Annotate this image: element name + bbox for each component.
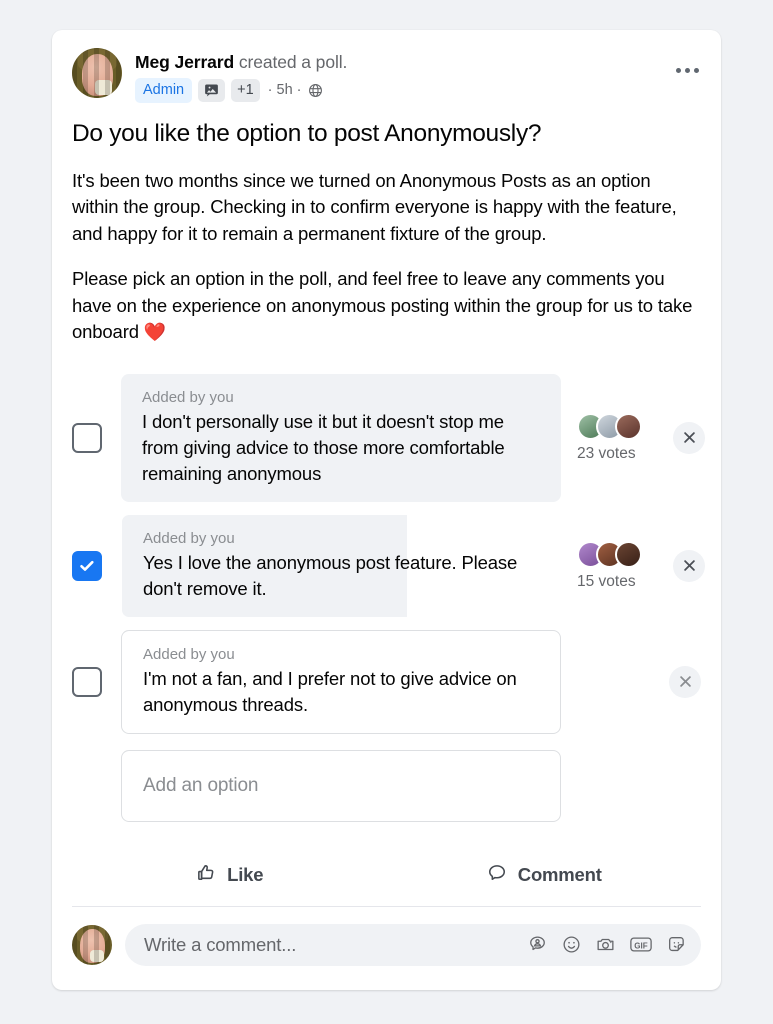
post-header: Meg Jerrard created a poll. Admin +1 · 5… — [52, 30, 721, 103]
page-root: Meg Jerrard created a poll. Admin +1 · 5… — [0, 0, 773, 1024]
poll-option-box[interactable]: Added by you I'm not a fan, and I prefer… — [121, 629, 561, 734]
poll-option-checkbox[interactable] — [72, 550, 102, 581]
camera-icon[interactable] — [595, 934, 616, 955]
gif-icon[interactable]: GIF — [629, 934, 653, 955]
poll-option-added-by: Added by you — [143, 645, 235, 663]
poll-option-row: Added by you Yes I love the anonymous po… — [72, 513, 705, 618]
post-actions-wrapper: Like Comment — [52, 854, 721, 907]
poll-option-checkbox[interactable] — [72, 422, 102, 453]
sticker-icon[interactable] — [666, 934, 687, 955]
like-button[interactable]: Like — [72, 854, 387, 897]
poll-option-row: Added by you I'm not a fan, and I prefer… — [72, 629, 701, 734]
poll-option-text: Yes I love the anonymous post feature. P… — [143, 551, 518, 599]
comment-input-placeholder: Write a comment... — [144, 933, 297, 955]
poll-option-box[interactable]: Added by you I don't personally use it b… — [121, 373, 561, 502]
speech-bubble-icon — [486, 862, 508, 889]
post-header-text: Meg Jerrard created a poll. Admin +1 · 5… — [135, 48, 701, 103]
comment-input-field[interactable]: Write a comment... GIF — [125, 923, 701, 966]
emoji-icon[interactable] — [561, 934, 582, 955]
post-meta-row: Admin +1 · 5h · — [135, 78, 701, 103]
author-avatar[interactable] — [72, 48, 122, 98]
more-dot — [693, 67, 699, 73]
more-dot — [684, 67, 690, 73]
add-option-placeholder: Add an option — [143, 774, 259, 796]
voter-avatar-stack[interactable] — [577, 540, 673, 568]
group-privacy-icon — [308, 83, 323, 98]
voter-avatar — [615, 540, 642, 568]
heart-emoji-icon: ❤️ — [143, 322, 167, 342]
comment-label: Comment — [517, 864, 602, 885]
poll-option-votes-area: 23 votes — [561, 409, 705, 467]
post-byline: Meg Jerrard created a poll. — [135, 51, 701, 73]
post-paragraph-2: Please pick an option in the poll, and f… — [52, 247, 721, 346]
voter-avatar-stack[interactable] — [577, 412, 673, 440]
remove-option-button[interactable] — [673, 421, 705, 454]
comment-button[interactable]: Comment — [387, 854, 702, 897]
poll-option-votes-column: 23 votes — [577, 412, 673, 463]
poll-option-votes-area — [561, 653, 701, 711]
remove-option-button[interactable] — [669, 665, 701, 698]
avatar-background-pattern — [72, 924, 112, 965]
author-name[interactable]: Meg Jerrard — [135, 52, 234, 72]
post-action-bar: Like Comment — [72, 854, 701, 907]
poll-option-box[interactable]: Added by you Yes I love the anonymous po… — [121, 513, 561, 618]
composer-icon-group: GIF — [527, 934, 687, 955]
poll-option-votes-area: 15 votes — [561, 537, 705, 595]
post-action-text: created a poll. — [234, 52, 348, 72]
admin-badge[interactable]: Admin — [135, 78, 193, 103]
like-label: Like — [227, 864, 264, 885]
poll-option-row: Added by you I don't personally use it b… — [72, 373, 705, 502]
poll-option-added-by: Added by you — [142, 388, 234, 406]
post-timestamp[interactable]: · 5h · — [268, 82, 302, 98]
poll-option-votes-column: 15 votes — [577, 540, 673, 591]
remove-option-button[interactable] — [673, 549, 705, 582]
poll-options-list: Added by you I don't personally use it b… — [52, 346, 721, 822]
thumbs-up-icon — [195, 862, 217, 889]
more-dot — [675, 67, 681, 73]
more-options-button[interactable] — [669, 52, 705, 88]
post-paragraph-1: It's been two months since we turned on … — [72, 169, 677, 244]
add-option-input[interactable]: Add an option — [121, 749, 561, 822]
poll-option-text: I'm not a fan, and I prefer not to give … — [143, 667, 517, 715]
avatar-bubble-icon[interactable] — [527, 934, 548, 955]
current-user-avatar[interactable] — [72, 924, 112, 965]
poll-question-title: Do you like the option to post Anonymous… — [72, 119, 542, 147]
extra-count-badge[interactable]: +1 — [231, 78, 260, 102]
poll-option-added-by: Added by you — [143, 529, 235, 547]
photo-badge-icon[interactable] — [198, 78, 226, 102]
poll-option-vote-count: 23 votes — [577, 444, 636, 462]
poll-option-vote-count: 15 votes — [577, 572, 636, 590]
svg-text:GIF: GIF — [634, 941, 647, 950]
poll-option-text: I don't personally use it but it doesn't… — [142, 410, 505, 484]
avatar-background-pattern — [72, 48, 122, 98]
voter-avatar — [615, 412, 642, 440]
comment-composer: Write a comment... GIF — [52, 907, 721, 966]
post-card: Meg Jerrard created a poll. Admin +1 · 5… — [52, 30, 721, 990]
poll-option-checkbox[interactable] — [72, 666, 102, 697]
